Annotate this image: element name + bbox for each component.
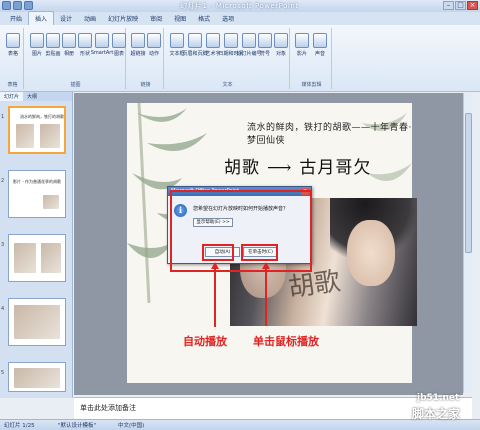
clipart-icon [46,33,60,48]
tab-slides[interactable]: 幻灯片 [0,92,24,101]
slide-subtitle: 流水的鲜肉，铁打的胡歌——十年青春·梦回仙侠 [247,123,412,146]
window-title: 幻灯片1 - Microsoft PowerPoint [180,2,299,10]
title-right: 古月哥欠 [299,158,372,178]
slide-title: 胡歌 ⟶ 古月哥欠 [224,153,371,178]
language-indicator: 中文(中国) [118,423,145,429]
table-icon [6,33,20,48]
shapes-icon [78,33,92,48]
object-button[interactable]: 对象 [272,33,290,57]
group-illustrations: 图片 剪贴画 相册 形状 SmartArt 图表 插图 [26,28,126,89]
thumbnail-number: 4 [1,306,5,312]
thumbnail-image [40,124,60,148]
tab-animation[interactable]: 动画 [78,12,102,25]
title-bar: 幻灯片1 - Microsoft PowerPoint – □ × [0,0,480,12]
notes-placeholder: 单击此处添加备注 [80,404,136,412]
slide-thumbnail-4[interactable] [8,298,66,346]
hyperlink-icon [131,33,145,48]
thumbnail-image [14,305,60,339]
thumbnail-number: 1 [1,114,5,120]
chart-icon [112,33,126,48]
tab-view[interactable]: 视图 [168,12,192,25]
slide-thumbnail-5[interactable] [8,362,66,392]
header-footer-icon [188,33,202,48]
watermark-site: jb51.net [417,393,460,403]
slide-number-icon [242,33,256,48]
tab-review[interactable]: 审阅 [144,12,168,25]
chart-button[interactable]: 图表 [110,33,128,57]
film-icon [295,33,309,48]
annotation-arrow-head [262,262,270,269]
header-footer-button[interactable]: 页眉和页脚 [183,33,208,57]
status-bar: 幻灯片 1/25 "默认设计模板" 中文(中国) [0,419,480,430]
action-icon [147,33,161,48]
datetime-icon [224,33,238,48]
omega-icon [258,33,272,48]
annotation-click: 单击鼠标播放 [253,335,319,348]
thumbnail-number: 5 [1,370,5,376]
thumbnail-image [41,243,61,273]
annotation-auto: 自动播放 [183,335,227,348]
thumbnail-image [43,195,59,209]
thumbnail-number: 2 [1,178,5,184]
tab-design[interactable]: 设计 [54,12,78,25]
portrait-face [347,220,395,286]
thumbnail-image [14,243,36,273]
watermark-name: 脚本之家 [412,407,461,421]
save-icon[interactable] [13,1,22,10]
picture-icon [30,33,44,48]
wordart-icon [206,33,220,48]
slide-counter: 幻灯片 1/25 [4,423,35,429]
undo-icon[interactable] [24,1,33,10]
vertical-scrollbar[interactable] [463,93,472,393]
panel-tabs: 幻灯片 大纲 [0,92,72,101]
maximize-button[interactable]: □ [455,1,466,10]
smartart-icon [95,33,109,48]
arrow-icon: ⟶ [267,158,293,178]
window-controls: – □ × [443,1,478,10]
movie-button[interactable]: 影片 [293,33,311,57]
album-icon [62,33,76,48]
annotation-arrow-line [214,268,216,327]
tab-insert[interactable]: 插入 [28,11,55,25]
group-links: 超链接 动作 链接 [128,28,164,89]
thumbnail-text: 影片 - 作为普通花季的胡歌 [13,179,61,184]
slides-panel: 幻灯片 大纲 1 流水的鲜肉，铁打的胡歌 2 影片 - 作为普通花季的胡歌 3 … [0,92,73,398]
tab-outline[interactable]: 大纲 [23,92,41,101]
scrollbar-thumb[interactable] [465,113,472,253]
tab-format[interactable]: 格式 [192,12,216,25]
minimize-button[interactable]: – [443,1,454,10]
click-highlight-box [241,244,278,261]
group-tables: 表格 表格 [2,28,24,89]
theme-name: "默认设计模板" [58,423,97,429]
annotation-arrow-line [265,268,267,326]
sound-button[interactable]: 声音 [311,33,329,57]
thumbnail-text: 流水的鲜肉，铁打的胡歌 [20,114,64,119]
ribbon-tabs: 开始 插入 设计 动画 幻灯片放映 审阅 视图 格式 选项 [0,11,480,25]
tab-options[interactable]: 选项 [216,12,240,25]
auto-highlight-box [202,244,234,261]
thumbnail-number: 3 [1,242,5,248]
annotation-arrow-head [211,262,219,269]
action-button[interactable]: 动作 [145,33,163,57]
thumbnail-image [16,124,34,148]
speaker-icon [313,33,327,48]
object-icon [274,33,288,48]
close-button[interactable]: × [467,1,478,10]
title-left: 胡歌 [224,158,260,178]
group-text: 文本框 页眉和页脚 艺术字 日期和时间 幻灯片编号 符号 对象 文本 [166,28,290,89]
ribbon: 表格 表格 图片 剪贴画 相册 形状 SmartArt 图表 插图 超链接 动作… [0,25,480,92]
slide-thumbnail-3[interactable] [8,234,66,282]
textbox-icon [170,33,184,48]
smartart-button[interactable]: SmartArt [91,33,113,56]
slide-thumbnail-2[interactable]: 影片 - 作为普通花季的胡歌 [8,170,66,218]
tab-slideshow[interactable]: 幻灯片放映 [102,12,144,25]
thumbnail-image [14,368,60,388]
quick-access-toolbar [2,1,33,10]
tab-home[interactable]: 开始 [4,12,28,25]
table-button[interactable]: 表格 [4,33,22,57]
group-media: 影片 声音 媒体剪辑 [292,28,332,89]
slide-thumbnail-1[interactable]: 流水的鲜肉，铁打的胡歌 [8,106,66,154]
office-button-icon[interactable] [2,1,11,10]
